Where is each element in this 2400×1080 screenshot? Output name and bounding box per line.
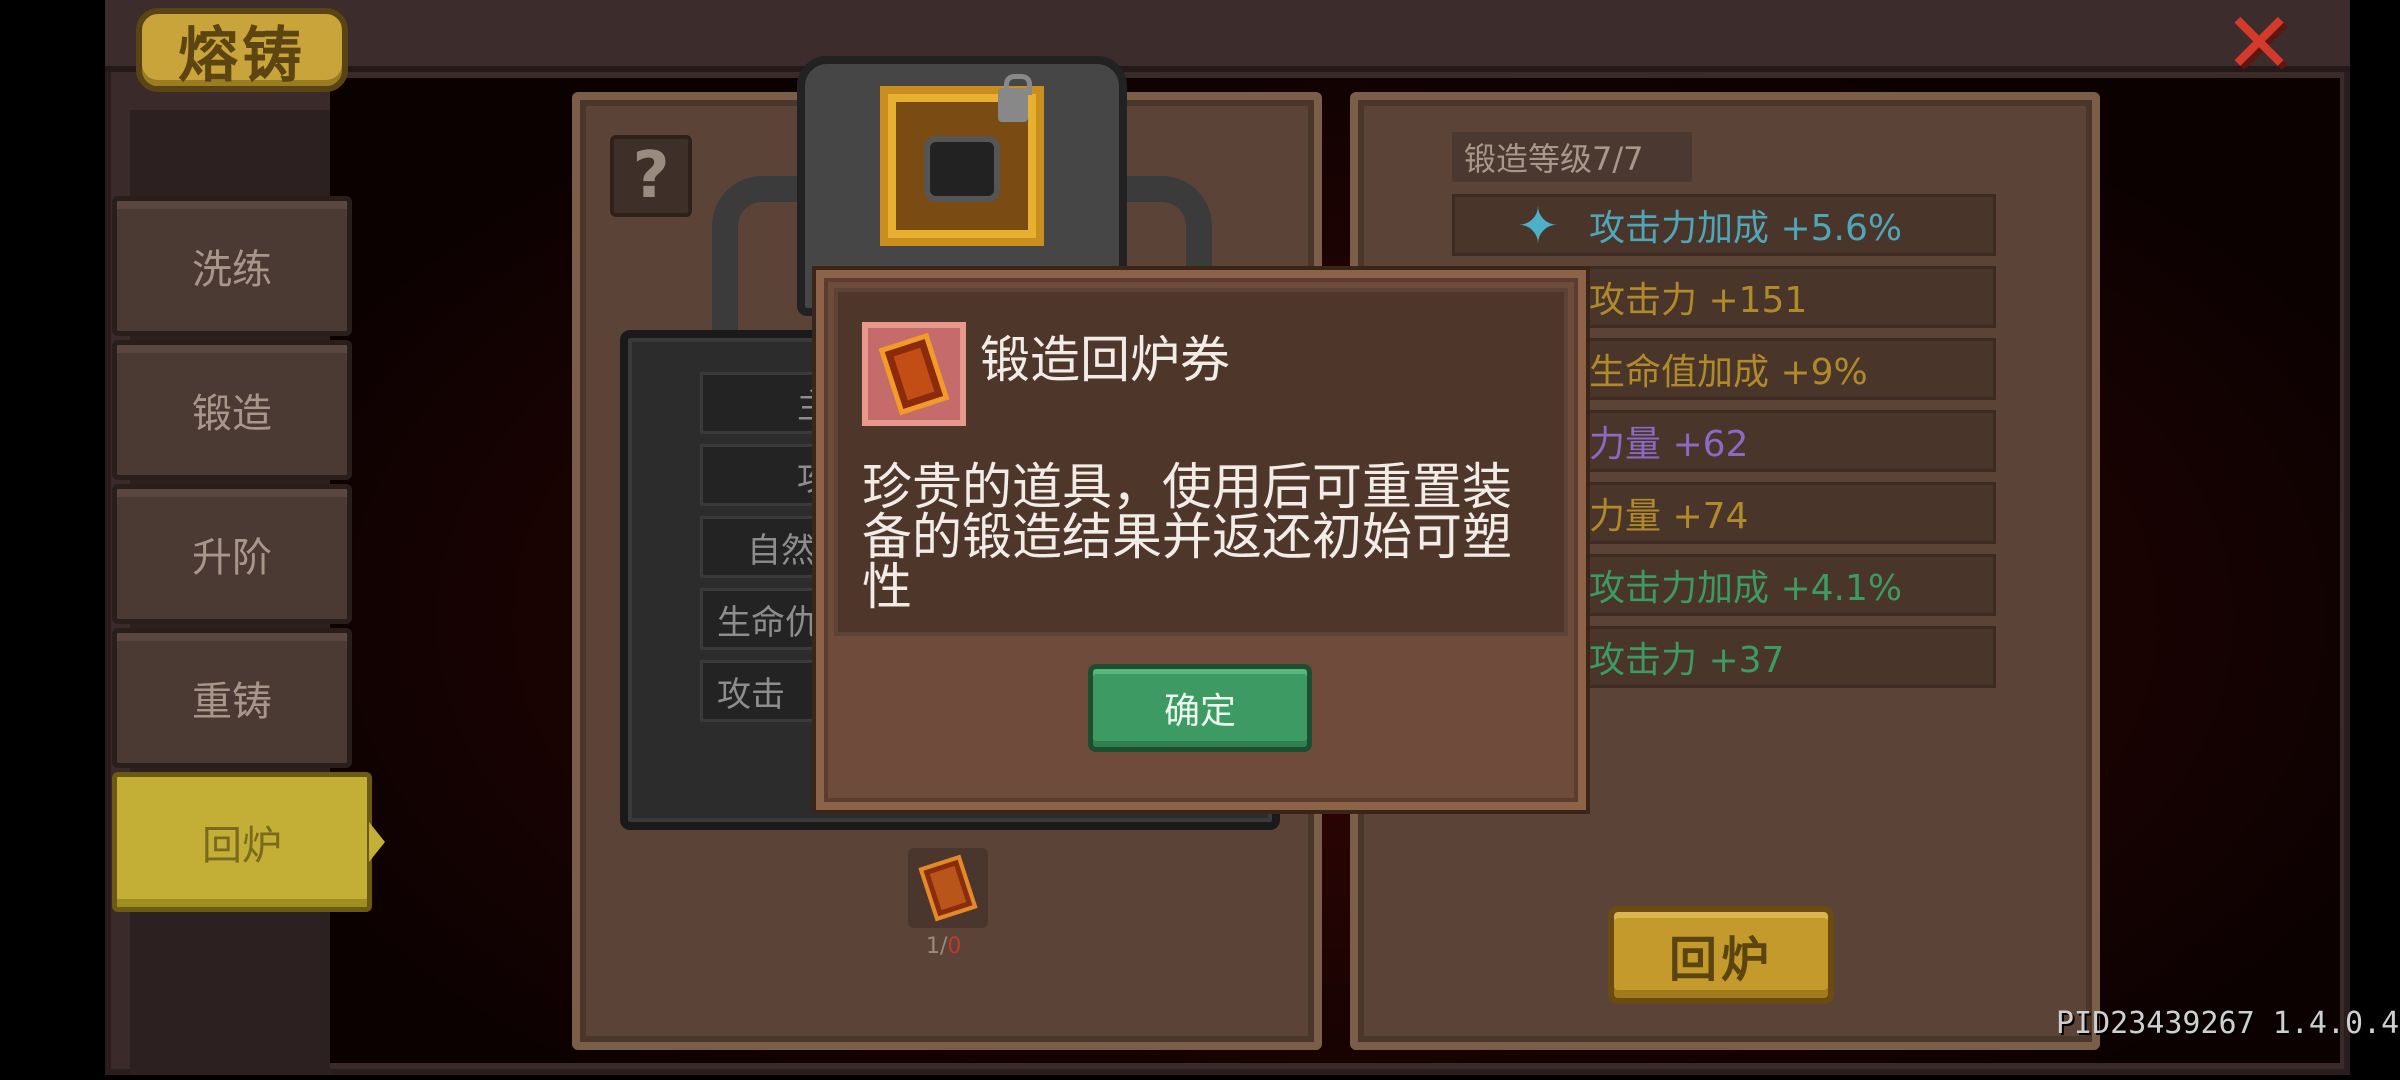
tab-forge[interactable]: 锻造 [112, 340, 352, 480]
help-button[interactable]: ? [610, 135, 692, 217]
remelt-ticket-slot[interactable] [908, 848, 988, 928]
ticket-count: 1/0 [926, 934, 962, 959]
top-bar [105, 0, 2350, 72]
tab-refine[interactable]: 洗练 [112, 196, 352, 336]
tab-label: 洗练 [192, 247, 272, 293]
close-button[interactable]: ✕ [2224, 1, 2294, 85]
title-badge: 熔铸 [136, 8, 348, 92]
tab-label: 重铸 [192, 679, 272, 725]
tab-label: 升阶 [192, 535, 272, 581]
attribute-row: ✦ 攻击力加成 +5.6% [1452, 194, 1996, 256]
dialog-description: 珍贵的道具，使用后可重置装备的锻造结果并返还初始可塑性 [862, 458, 1512, 616]
remelt-ticket-icon [918, 854, 978, 922]
remelt-button[interactable]: 回炉 [1608, 906, 1834, 1004]
star-icon: ✦ [1517, 197, 1559, 255]
dialog-title: 锻造回炉券 [980, 331, 1230, 389]
version-label: PID23439267 1.4.0.4 [2056, 1006, 2400, 1041]
tab-label: 回炉 [202, 823, 282, 869]
tab-upgrade[interactable]: 升阶 [112, 484, 352, 624]
item-icon-frame [862, 322, 966, 426]
question-icon: ? [632, 139, 670, 213]
tab-remelt[interactable]: 回炉 [112, 772, 385, 912]
close-icon: ✕ [2223, 0, 2295, 92]
forge-level-label: 锻造等级7/7 [1452, 132, 1692, 182]
remelt-ticket-icon [878, 332, 950, 416]
tab-label: 锻造 [192, 391, 272, 437]
page-title: 熔铸 [178, 20, 306, 91]
tab-recast[interactable]: 重铸 [112, 628, 352, 768]
confirm-button[interactable]: 确定 [1088, 664, 1312, 752]
